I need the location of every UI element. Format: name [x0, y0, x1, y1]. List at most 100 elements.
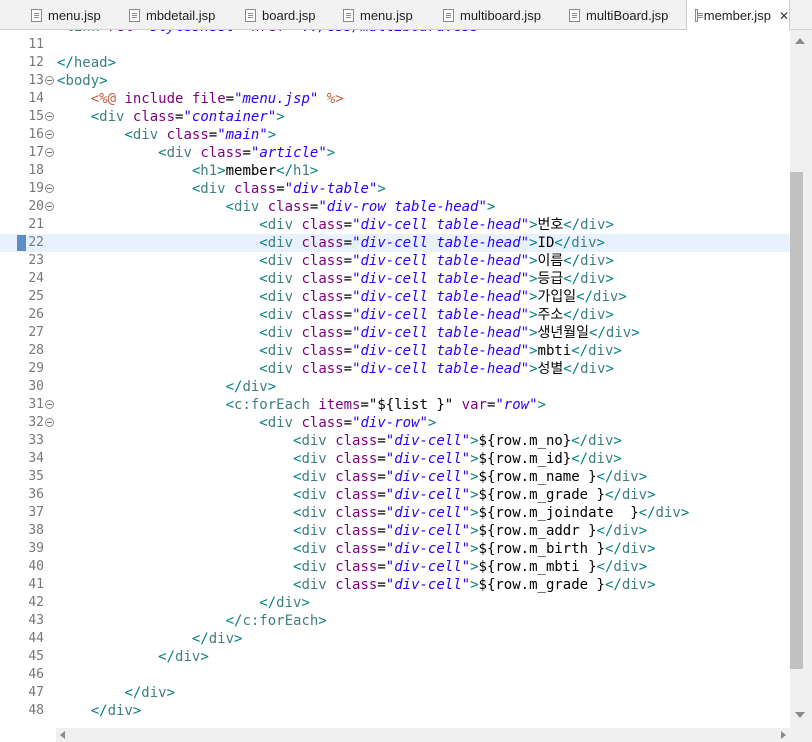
- code-line[interactable]: 20 <div class="div-row table-head">: [0, 198, 790, 216]
- code-text: <div class="div-table">: [191, 181, 386, 197]
- code-line[interactable]: 32 <div class="div-row">: [0, 414, 790, 432]
- tab-member-jsp-6[interactable]: member.jsp ✕: [686, 0, 790, 31]
- code-text: <div class="div-cell table-head">번호</div…: [259, 217, 614, 233]
- line-number: 33: [28, 433, 44, 448]
- code-text: </div>: [158, 649, 209, 665]
- code-line[interactable]: 13 <body>: [0, 72, 790, 90]
- code-line[interactable]: 12 </head>: [0, 54, 790, 72]
- file-icon: [245, 8, 256, 22]
- code-line[interactable]: 16 <div class="main">: [0, 126, 790, 144]
- fold-toggle-icon[interactable]: [45, 184, 54, 193]
- line-number: 41: [28, 577, 44, 592]
- code-text: <div class="div-cell">${row.m_no}</div>: [293, 433, 622, 449]
- code-text: <div class="div-cell table-head">mbti</d…: [259, 343, 622, 359]
- code-line[interactable]: 47 </div>: [0, 684, 790, 702]
- code-line[interactable]: 17 <div class="article">: [0, 144, 790, 162]
- line-number: 45: [28, 649, 44, 664]
- code-editor[interactable]: 10<link rel="stylesheet" href="../css/mu…: [0, 30, 790, 728]
- code-line[interactable]: 40 <div class="div-cell">${row.m_mbti }<…: [0, 558, 790, 576]
- code-text: <div class="div-cell">${row.m_addr }</di…: [293, 523, 648, 539]
- code-text: <div class="div-row">: [259, 415, 437, 431]
- line-number: 21: [28, 217, 44, 232]
- code-line[interactable]: 34 <div class="div-cell">${row.m_id}</di…: [0, 450, 790, 468]
- horizontal-scrollbar[interactable]: [56, 728, 790, 742]
- code-line[interactable]: 19 <div class="div-table">: [0, 180, 790, 198]
- code-text: <div class="div-row table-head">: [225, 199, 496, 215]
- code-line[interactable]: 24 <div class="div-cell table-head">등급</…: [0, 270, 790, 288]
- code-line[interactable]: 30 </div>: [0, 378, 790, 396]
- code-line[interactable]: 31 <c:forEach items="${list }" var="row"…: [0, 396, 790, 414]
- code-line[interactable]: 39 <div class="div-cell">${row.m_birth }…: [0, 540, 790, 558]
- code-line[interactable]: 36 <div class="div-cell">${row.m_grade }…: [0, 486, 790, 504]
- tab-label: menu.jsp: [360, 7, 413, 23]
- fold-toggle-icon[interactable]: [45, 148, 54, 157]
- code-text: </head>: [57, 55, 117, 71]
- tab-menu-jsp-3[interactable]: menu.jsp: [335, 0, 435, 30]
- code-line[interactable]: 25 <div class="div-cell table-head">가입일<…: [0, 288, 790, 306]
- code-text: <div class="div-cell">${row.m_mbti }</di…: [293, 559, 648, 575]
- code-line[interactable]: 29 <div class="div-cell table-head">성별</…: [0, 360, 790, 378]
- code-line[interactable]: 27 <div class="div-cell table-head">생년월일…: [0, 324, 790, 342]
- fold-toggle-icon[interactable]: [45, 202, 54, 211]
- code-line[interactable]: 46: [0, 666, 790, 684]
- code-line[interactable]: 21 <div class="div-cell table-head">번호</…: [0, 216, 790, 234]
- line-number: 37: [28, 505, 44, 520]
- code-line[interactable]: 48 </div>: [0, 702, 790, 720]
- fold-toggle-icon[interactable]: [45, 400, 54, 409]
- code-line[interactable]: 14 <%@ include file="menu.jsp" %>: [0, 90, 790, 108]
- line-number: 13: [28, 73, 44, 88]
- fold-toggle-icon[interactable]: [45, 112, 54, 121]
- code-line[interactable]: 11: [0, 36, 790, 54]
- vertical-scroll-thumb[interactable]: [790, 172, 803, 669]
- tab-label: menu.jsp: [48, 7, 101, 23]
- tab-label: multiboard.jsp: [460, 7, 541, 23]
- close-tab-icon[interactable]: ✕: [779, 9, 789, 23]
- scroll-down-arrow-icon[interactable]: [795, 712, 805, 718]
- line-number: 17: [28, 145, 44, 160]
- code-text: <h1>member</h1>: [191, 163, 319, 179]
- line-number: 46: [28, 667, 44, 682]
- fold-toggle-icon[interactable]: [45, 418, 54, 427]
- file-icon: [31, 8, 42, 22]
- tab-board-jsp-2[interactable]: board.jsp: [237, 0, 335, 30]
- code-text: <div class="div-cell table-head">생년월일</d…: [259, 325, 640, 341]
- code-line[interactable]: 43 </c:forEach>: [0, 612, 790, 630]
- code-text: <div class="div-cell table-head">ID</div…: [259, 235, 605, 251]
- code-text: <div class="article">: [158, 145, 336, 161]
- line-number: 43: [28, 613, 44, 628]
- fold-toggle-icon[interactable]: [45, 130, 54, 139]
- code-text: <c:forEach items="${list }" var="row">: [225, 397, 546, 413]
- vertical-scrollbar[interactable]: [790, 30, 812, 728]
- scroll-right-arrow-icon[interactable]: [781, 731, 786, 739]
- code-line[interactable]: 33 <div class="div-cell">${row.m_no}</di…: [0, 432, 790, 450]
- line-number: 47: [28, 685, 44, 700]
- tab-multiboard-jsp-4[interactable]: multiboard.jsp: [435, 0, 561, 30]
- code-line[interactable]: 35 <div class="div-cell">${row.m_name }<…: [0, 468, 790, 486]
- tab-multiboard-jsp-5[interactable]: multiBoard.jsp: [561, 0, 686, 30]
- line-number: 30: [28, 379, 44, 394]
- code-line[interactable]: 28 <div class="div-cell table-head">mbti…: [0, 342, 790, 360]
- code-text: <div class="main">: [124, 127, 277, 143]
- line-number: 11: [28, 37, 44, 52]
- code-line[interactable]: 44 </div>: [0, 630, 790, 648]
- code-line[interactable]: 22 <div class="div-cell table-head">ID</…: [0, 234, 790, 252]
- code-line[interactable]: 42 </div>: [0, 594, 790, 612]
- scroll-up-arrow-icon[interactable]: [795, 38, 805, 44]
- code-line[interactable]: 23 <div class="div-cell table-head">이름</…: [0, 252, 790, 270]
- scroll-left-arrow-icon[interactable]: [60, 731, 65, 739]
- code-line[interactable]: 37 <div class="div-cell">${row.m_joindat…: [0, 504, 790, 522]
- tab-mbdetail-jsp-1[interactable]: mbdetail.jsp: [121, 0, 237, 30]
- code-line[interactable]: 15 <div class="container">: [0, 108, 790, 126]
- code-line[interactable]: 45 </div>: [0, 648, 790, 666]
- line-number: 12: [28, 55, 44, 70]
- code-line[interactable]: 41 <div class="div-cell">${row.m_grade }…: [0, 576, 790, 594]
- line-number: 34: [28, 451, 44, 466]
- line-number: 44: [28, 631, 44, 646]
- tab-menu-jsp-0[interactable]: menu.jsp: [23, 0, 121, 30]
- cursor-line-marker: [17, 235, 26, 251]
- code-line[interactable]: 18 <h1>member</h1>: [0, 162, 790, 180]
- fold-toggle-icon[interactable]: [45, 76, 54, 85]
- code-text: <div class="div-cell table-head">성별</div…: [259, 361, 614, 377]
- code-line[interactable]: 38 <div class="div-cell">${row.m_addr }<…: [0, 522, 790, 540]
- code-line[interactable]: 26 <div class="div-cell table-head">주소</…: [0, 306, 790, 324]
